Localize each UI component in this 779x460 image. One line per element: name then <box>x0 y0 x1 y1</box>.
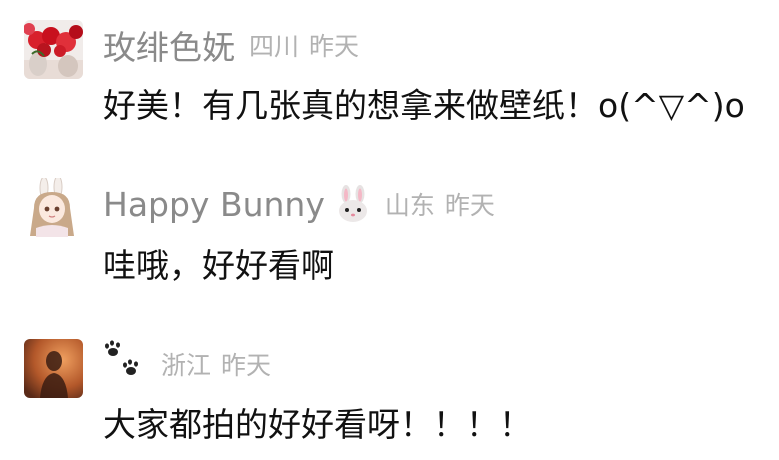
red-roses-avatar[interactable] <box>24 20 83 79</box>
author-name[interactable]: 玫绯色妩 <box>103 21 235 69</box>
comment-time: 昨天 <box>221 351 272 380</box>
comment-text: 哇哦，好好看啊 <box>103 246 334 285</box>
author-name-icon[interactable] <box>103 340 147 388</box>
rabbit-face-emoji-icon <box>335 185 371 223</box>
comment-time: 昨天 <box>309 32 360 61</box>
comment-time: 昨天 <box>444 191 495 220</box>
author-region: 四川 <box>249 32 300 61</box>
bunny-girl-avatar[interactable] <box>24 178 83 237</box>
author-region: 浙江 <box>161 351 212 380</box>
comment-text: 好美！有几张真的想拿来做壁纸！o(^▽^)o <box>103 86 745 125</box>
author-region: 山东 <box>384 191 435 220</box>
author-name[interactable]: Happy Bunny <box>103 185 325 224</box>
comment-text: 大家都拍的好好看呀！！！！ <box>103 405 532 444</box>
silhouette-orange-avatar[interactable] <box>24 339 83 398</box>
paw-prints-icon <box>105 340 138 375</box>
